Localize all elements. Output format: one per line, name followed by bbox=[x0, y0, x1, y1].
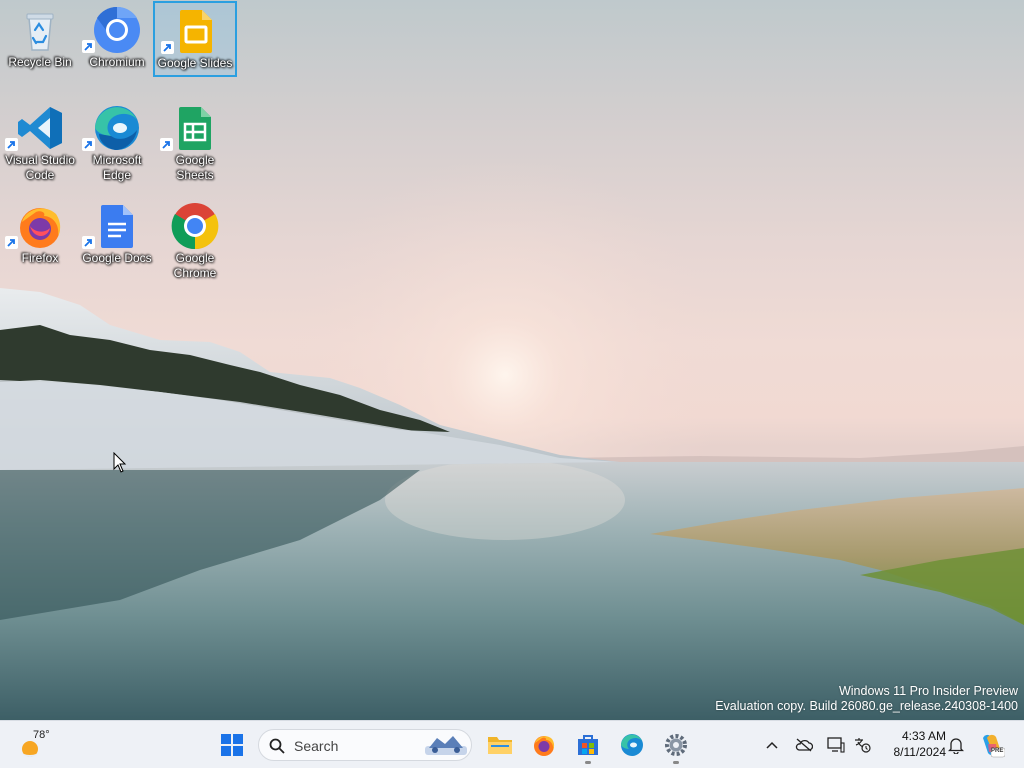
taskbar-search-box[interactable]: Search bbox=[258, 729, 472, 761]
chrome-icon bbox=[171, 202, 219, 250]
edge-icon bbox=[621, 734, 643, 756]
firefox-icon bbox=[534, 736, 555, 756]
tray-language[interactable] bbox=[852, 735, 872, 755]
shortcut-arrow-icon bbox=[82, 138, 95, 151]
vscode-icon bbox=[16, 104, 64, 152]
language-icon bbox=[855, 738, 871, 753]
shortcut-arrow-icon bbox=[160, 138, 173, 151]
evaluation-watermark: Windows 11 Pro Insider Preview Evaluatio… bbox=[715, 684, 1018, 714]
running-indicator bbox=[585, 761, 591, 764]
desktop-icon-label: Firefox bbox=[21, 251, 59, 265]
weather-temperature: 78° bbox=[33, 729, 50, 741]
copilot-button[interactable]: PRE bbox=[978, 731, 1006, 759]
onedrive-offline-icon bbox=[795, 738, 813, 752]
taskbar-firefox[interactable] bbox=[526, 727, 562, 763]
chromium-icon bbox=[93, 6, 141, 54]
windows-start-icon bbox=[221, 734, 243, 756]
watermark-build: Evaluation copy. Build 26080.ge_release.… bbox=[715, 699, 1018, 713]
copilot-icon bbox=[983, 734, 1005, 758]
google-sheets-icon bbox=[171, 104, 219, 152]
chevron-up-icon bbox=[766, 741, 778, 749]
desktop-icon-firefox[interactable]: Firefox bbox=[2, 198, 78, 272]
tray-display[interactable] bbox=[826, 735, 846, 755]
bell-icon bbox=[948, 738, 964, 754]
shortcut-arrow-icon bbox=[161, 41, 174, 54]
desktop-icon-label: Visual Studio Code bbox=[5, 153, 75, 182]
weather-widget[interactable]: 78° bbox=[14, 727, 64, 763]
search-icon bbox=[269, 738, 285, 754]
tray-onedrive[interactable] bbox=[794, 735, 814, 755]
desktop-icon-microsoft-edge[interactable]: Microsoft Edge bbox=[79, 100, 155, 182]
desktop-icon-label: Google Docs bbox=[82, 251, 152, 265]
desktop-icon-google-docs[interactable]: Google Docs bbox=[79, 198, 155, 272]
running-indicator bbox=[673, 761, 679, 764]
google-docs-icon bbox=[93, 202, 141, 250]
copilot-badge: PRE bbox=[991, 748, 1004, 754]
desktop-icon-label: Microsoft Edge bbox=[92, 153, 142, 182]
desktop-icon-label: Google Sheets bbox=[175, 153, 215, 182]
shortcut-arrow-icon bbox=[82, 40, 95, 53]
recycle-bin-icon bbox=[16, 6, 64, 54]
firefox-icon bbox=[16, 202, 64, 250]
desktop-icon-recycle-bin[interactable]: Recycle Bin bbox=[2, 2, 78, 76]
desktop-icon-label: Google Slides bbox=[157, 56, 233, 70]
gear-icon bbox=[665, 734, 687, 756]
search-highlight-icon bbox=[425, 736, 467, 755]
taskbar-clock[interactable]: 4:33 AM 8/11/2024 bbox=[880, 728, 947, 760]
watermark-edition: Windows 11 Pro Insider Preview bbox=[838, 684, 1018, 698]
desktop-icon-google-slides[interactable]: Google Slides bbox=[153, 1, 237, 77]
taskbar-edge[interactable] bbox=[614, 727, 650, 763]
mouse-pointer-icon bbox=[113, 452, 127, 473]
shortcut-arrow-icon bbox=[5, 236, 18, 249]
taskbar-settings[interactable] bbox=[658, 727, 694, 764]
desktop-icon-vscode[interactable]: Visual Studio Code bbox=[2, 100, 78, 182]
desktop-icon-google-sheets[interactable]: Google Sheets bbox=[157, 100, 233, 182]
clock-date: 8/11/2024 bbox=[893, 745, 947, 759]
display-icon bbox=[827, 737, 845, 753]
edge-icon bbox=[93, 104, 141, 152]
google-slides-icon bbox=[172, 7, 220, 55]
clock-time: 4:33 AM bbox=[901, 729, 946, 743]
taskbar: 78° Search 4:33 AM 8/11/2024 PRE bbox=[0, 720, 1024, 768]
show-hidden-icons-button[interactable] bbox=[762, 735, 782, 755]
desktop-icon-chromium[interactable]: Chromium bbox=[79, 2, 155, 76]
desktop-icon-label: Recycle Bin bbox=[8, 55, 72, 69]
notifications-button[interactable] bbox=[946, 735, 966, 755]
shortcut-arrow-icon bbox=[82, 236, 95, 249]
start-button[interactable] bbox=[214, 727, 250, 763]
taskbar-microsoft-store[interactable] bbox=[570, 727, 606, 764]
taskbar-file-explorer[interactable] bbox=[482, 727, 518, 763]
desktop-icon-label: Chromium bbox=[89, 55, 145, 69]
desktop-icon-google-chrome[interactable]: Google Chrome bbox=[157, 198, 233, 280]
desktop-icon-label: Google Chrome bbox=[173, 251, 217, 280]
search-placeholder: Search bbox=[294, 738, 339, 754]
folder-icon bbox=[488, 737, 512, 754]
store-icon bbox=[578, 735, 598, 755]
shortcut-arrow-icon bbox=[5, 138, 18, 151]
